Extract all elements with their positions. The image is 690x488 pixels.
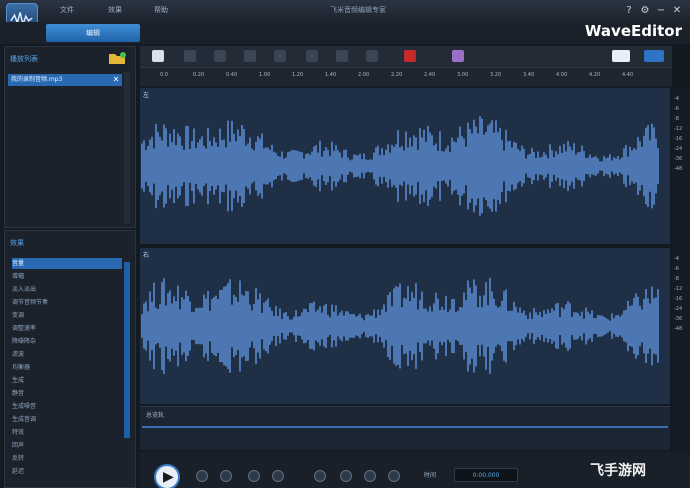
- db-scale-label: -16: [674, 296, 683, 302]
- new-file-icon[interactable]: [152, 50, 164, 62]
- db-scale-label: -12: [674, 286, 683, 292]
- effects-tree-item[interactable]: 调整速率: [12, 323, 122, 334]
- copy-icon[interactable]: [274, 50, 286, 62]
- ruler-tick-label: 3.40: [523, 72, 535, 78]
- menu-help[interactable]: 帮助: [154, 5, 168, 15]
- ruler-tick-label: 0.20: [193, 72, 205, 78]
- db-scale-label: -6: [674, 266, 679, 272]
- ruler-tick-label: 2.00: [358, 72, 370, 78]
- effects-tree-item[interactable]: 滤波: [12, 349, 122, 360]
- settings-button[interactable]: ⚙: [638, 4, 652, 18]
- effects-scrollbar[interactable]: [124, 262, 130, 438]
- file-panel-title: 播放列表: [10, 55, 38, 63]
- tab-edit[interactable]: 编辑: [46, 24, 140, 42]
- paste-icon[interactable]: [306, 50, 318, 62]
- zoom-in-icon[interactable]: [314, 470, 326, 482]
- ruler-tick-label: 1.20: [292, 72, 304, 78]
- pause-icon[interactable]: [196, 470, 208, 482]
- right-waveform: [141, 277, 659, 375]
- db-scale-label: -6: [674, 106, 679, 112]
- db-scale-label: -12: [674, 126, 683, 132]
- effects-tree-item[interactable]: 生成: [12, 375, 122, 386]
- db-scale-label: -4: [674, 96, 679, 102]
- ruler-tick-label: 2.20: [391, 72, 403, 78]
- ruler-tick-label: 1.00: [259, 72, 271, 78]
- db-scale-label: -36: [674, 316, 683, 322]
- ruler-tick-label: 4.40: [622, 72, 634, 78]
- ruler-tick-label: 2.40: [424, 72, 436, 78]
- db-scale-label: -4: [674, 256, 679, 262]
- effects-tree-item[interactable]: 增幅: [12, 271, 122, 282]
- db-scale-label: -8: [674, 116, 679, 122]
- microphone-icon[interactable]: [452, 50, 464, 62]
- ruler-tick-label: 3.00: [457, 72, 469, 78]
- close-icon[interactable]: ✕: [110, 74, 122, 86]
- effects-tree-item[interactable]: 反转: [12, 453, 122, 464]
- left-waveform: [141, 116, 659, 216]
- watermark: 飞手游网: [590, 463, 646, 479]
- db-scale-label: -16: [674, 136, 683, 142]
- ruler-tick-label: 4.00: [556, 72, 568, 78]
- file-list-item[interactable]: 我的录制音频.mp3: [8, 74, 122, 86]
- effects-tree-item[interactable]: 静音: [12, 388, 122, 399]
- cut-icon[interactable]: [244, 50, 256, 62]
- window-title: 飞米音频编辑专家: [330, 6, 386, 14]
- zoom-selection-icon[interactable]: [364, 470, 376, 482]
- effects-tree-item[interactable]: 变调: [12, 310, 122, 321]
- waveform-view-icon[interactable]: [644, 50, 664, 62]
- menu-file[interactable]: 文件: [60, 5, 74, 15]
- help-button[interactable]: ?: [622, 4, 636, 18]
- ruler-tick-label: 3.20: [490, 72, 502, 78]
- left-channel-track[interactable]: [140, 88, 670, 244]
- overview-track[interactable]: [140, 406, 670, 450]
- db-scale-label: -36: [674, 156, 683, 162]
- zoom-out-icon[interactable]: [340, 470, 352, 482]
- stop-icon[interactable]: [220, 470, 232, 482]
- time-label: 时间: [424, 472, 437, 479]
- effects-tree-item[interactable]: 均衡器: [12, 362, 122, 373]
- record-icon[interactable]: [272, 470, 284, 482]
- crop-icon[interactable]: [366, 50, 378, 62]
- close-window-button[interactable]: ✕: [670, 4, 684, 18]
- folder-icon[interactable]: [108, 51, 126, 65]
- undo-icon[interactable]: [184, 50, 196, 62]
- left-channel-label: 左: [143, 92, 150, 99]
- time-display: 0:00.000: [454, 468, 518, 482]
- flag-marker-icon[interactable]: [404, 50, 416, 62]
- right-channel-track[interactable]: [140, 248, 670, 404]
- brand-logo: WaveEditor: [584, 22, 682, 40]
- overview-label: 总览轨: [146, 412, 165, 419]
- menu-effect[interactable]: 效果: [108, 5, 122, 15]
- db-scale-label: -24: [674, 146, 683, 152]
- effects-tree-item[interactable]: 生成噪音: [12, 401, 122, 412]
- effects-tree-item[interactable]: 生成音调: [12, 414, 122, 425]
- effects-tree-item[interactable]: 淡入淡出: [12, 284, 122, 295]
- loop-icon[interactable]: [248, 470, 260, 482]
- effects-tree-item[interactable]: 延迟: [12, 466, 122, 477]
- ruler-tick-label: 0.0: [160, 72, 168, 78]
- effects-tree-item[interactable]: 回声: [12, 440, 122, 451]
- effects-tree-item[interactable]: 降噪降杂: [12, 336, 122, 347]
- play-button[interactable]: ▶: [154, 464, 180, 488]
- ruler-tick-label: 4.20: [589, 72, 601, 78]
- minimize-button[interactable]: −: [654, 4, 668, 18]
- fit-view-icon[interactable]: [612, 50, 630, 62]
- effects-panel-title: 效果: [10, 239, 24, 247]
- db-scale-label: -48: [674, 326, 683, 332]
- ruler-tick-label: 1.40: [325, 72, 337, 78]
- ruler-tick-label: 0.40: [226, 72, 238, 78]
- delete-icon[interactable]: [336, 50, 348, 62]
- effects-tree-item[interactable]: 音量: [12, 258, 122, 269]
- file-list-scrollbar[interactable]: [124, 72, 130, 224]
- effects-tree-item[interactable]: 特效: [12, 427, 122, 438]
- play-icon: ▶: [163, 469, 174, 485]
- db-scale-label: -8: [674, 276, 679, 282]
- effects-tree-item[interactable]: 调节音频节奏: [12, 297, 122, 308]
- right-channel-label: 右: [143, 252, 150, 259]
- overview-line: [142, 426, 668, 428]
- redo-icon[interactable]: [214, 50, 226, 62]
- db-scale-label: -24: [674, 306, 683, 312]
- zoom-fit-icon[interactable]: [388, 470, 400, 482]
- db-scale-label: -48: [674, 166, 683, 172]
